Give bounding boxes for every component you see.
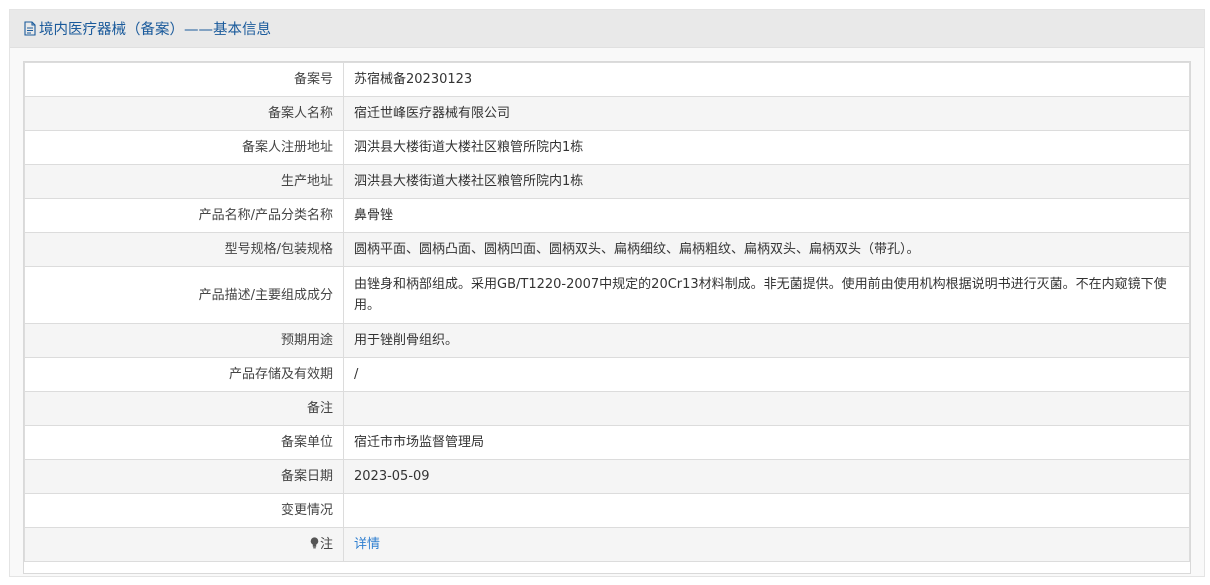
lightbulb-icon [310, 537, 319, 549]
row-value-intended-use: 用于锉削骨组织。 [343, 323, 1190, 358]
document-icon [24, 21, 36, 36]
table-row: 备注 [24, 391, 1190, 426]
info-table: 备案号 苏宿械备20230123 备案人名称 宿迁世峰医疗器械有限公司 备案人注… [24, 62, 1190, 562]
table-row: 生产地址 泗洪县大楼街道大楼社区粮管所院内1栋 [24, 164, 1190, 199]
table-row: 预期用途 用于锉削骨组织。 [24, 323, 1190, 358]
row-label-filing-date: 备案日期 [24, 459, 344, 494]
row-value-product-name: 鼻骨锉 [343, 198, 1190, 233]
row-label-remarks: 备注 [24, 391, 344, 426]
table-row: 备案人名称 宿迁世峰医疗器械有限公司 [24, 96, 1190, 131]
table-row: 型号规格/包装规格 圆柄平面、圆柄凸面、圆柄凹面、圆柄双头、扁柄细纹、扁柄粗纹、… [24, 232, 1190, 267]
row-value-note: 详情 [343, 527, 1190, 562]
table-row: 备案单位 宿迁市市场监督管理局 [24, 425, 1190, 460]
row-label-storage-validity: 产品存储及有效期 [24, 357, 344, 392]
page-title-text: 境内医疗器械（备案）——基本信息 [39, 22, 271, 38]
row-value-registered-address: 泗洪县大楼街道大楼社区粮管所院内1栋 [343, 130, 1190, 165]
detail-panel: 境内医疗器械（备案）——基本信息 备案号 苏宿械备20230123 备案人名称 … [9, 9, 1205, 577]
table-row: 注 详情 [24, 527, 1190, 562]
table-row: 备案号 苏宿械备20230123 [24, 62, 1190, 97]
row-label-change-status: 变更情况 [24, 493, 344, 528]
row-value-change-status [343, 493, 1190, 528]
page-title: 境内医疗器械（备案）——基本信息 [24, 18, 271, 39]
table-row: 产品名称/产品分类名称 鼻骨锉 [24, 198, 1190, 233]
details-link[interactable]: 详情 [354, 537, 380, 552]
panel-header: 境内医疗器械（备案）——基本信息 [10, 10, 1204, 48]
row-value-production-address: 泗洪县大楼街道大楼社区粮管所院内1栋 [343, 164, 1190, 199]
table-row: 备案日期 2023-05-09 [24, 459, 1190, 494]
table-row: 变更情况 [24, 493, 1190, 528]
note-label-text: 注 [319, 537, 333, 552]
row-value-filing-authority: 宿迁市市场监督管理局 [343, 425, 1190, 460]
row-value-record-number: 苏宿械备20230123 [343, 62, 1190, 97]
row-label-registered-address: 备案人注册地址 [24, 130, 344, 165]
row-label-note: 注 [24, 527, 344, 562]
row-label-model-spec: 型号规格/包装规格 [24, 232, 344, 267]
row-label-product-name: 产品名称/产品分类名称 [24, 198, 344, 233]
row-value-storage-validity: / [343, 357, 1190, 392]
row-value-product-description: 由锉身和柄部组成。采用GB/T1220-2007中规定的20Cr13材料制成。非… [343, 266, 1190, 324]
table-row: 产品描述/主要组成成分 由锉身和柄部组成。采用GB/T1220-2007中规定的… [24, 266, 1190, 324]
row-value-model-spec: 圆柄平面、圆柄凸面、圆柄凹面、圆柄双头、扁柄细纹、扁柄粗纹、扁柄双头、扁柄双头（… [343, 232, 1190, 267]
row-label-production-address: 生产地址 [24, 164, 344, 199]
row-label-product-description: 产品描述/主要组成成分 [24, 266, 344, 324]
row-value-remarks [343, 391, 1190, 426]
row-label-intended-use: 预期用途 [24, 323, 344, 358]
table-row: 备案人注册地址 泗洪县大楼街道大楼社区粮管所院内1栋 [24, 130, 1190, 165]
info-table-container: 备案号 苏宿械备20230123 备案人名称 宿迁世峰医疗器械有限公司 备案人注… [23, 61, 1191, 574]
row-label-filing-authority: 备案单位 [24, 425, 344, 460]
row-label-record-number: 备案号 [24, 62, 344, 97]
row-label-registrant-name: 备案人名称 [24, 96, 344, 131]
row-value-filing-date: 2023-05-09 [343, 459, 1190, 494]
row-value-registrant-name: 宿迁世峰医疗器械有限公司 [343, 96, 1190, 131]
table-row: 产品存储及有效期 / [24, 357, 1190, 392]
